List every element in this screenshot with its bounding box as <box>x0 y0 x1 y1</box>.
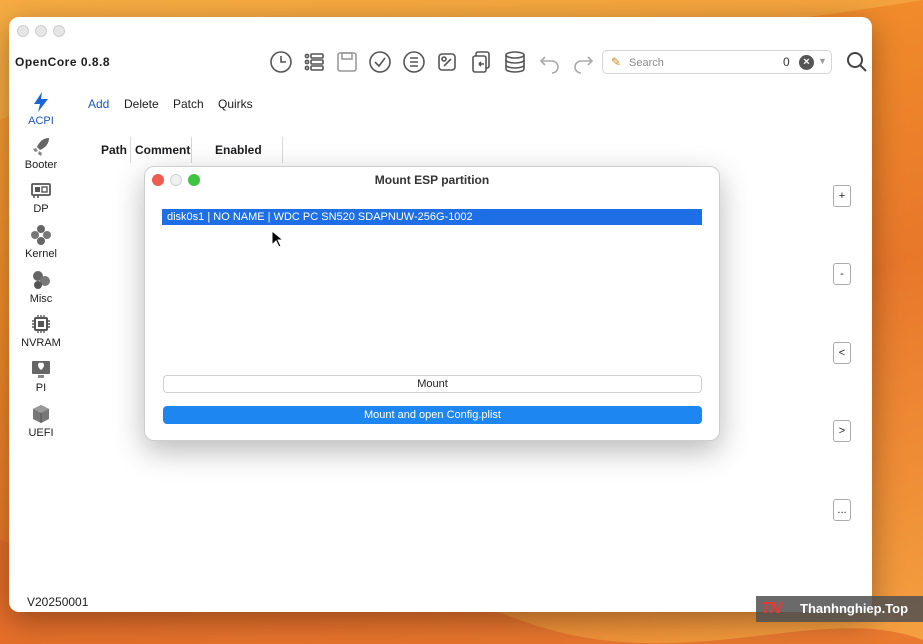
sidebar-item-label: UEFI <box>28 427 54 439</box>
column-divider <box>191 137 192 163</box>
add-row-button[interactable]: + <box>833 185 851 207</box>
sidebar-item-kernel[interactable]: Kernel <box>15 224 67 260</box>
watermark-text: Thanhnghiep.Top <box>800 601 909 616</box>
redo-icon[interactable] <box>570 49 596 75</box>
zoom-window-button[interactable] <box>53 25 65 37</box>
sidebar-item-acpi[interactable]: ACPI <box>15 91 67 127</box>
rocket-icon <box>33 138 49 156</box>
sidebar-item-label: Booter <box>24 159 58 171</box>
mount-esp-dialog: Mount ESP partition disk0s1 | NO NAME | … <box>144 166 720 441</box>
app-title: OpenCore 0.8.8 <box>15 55 111 69</box>
database-icon[interactable] <box>502 49 528 75</box>
search-result-count: 0 <box>783 55 790 69</box>
minimize-window-button[interactable] <box>35 25 47 37</box>
save-icon[interactable] <box>334 49 360 75</box>
search-icon[interactable] <box>846 51 868 73</box>
partition-list[interactable]: disk0s1 | NO NAME | WDC PC SN520 SDAPNUW… <box>162 209 703 363</box>
tab-quirks[interactable]: Quirks <box>218 97 253 111</box>
sidebar-item-label: Misc <box>29 293 53 305</box>
remove-row-button[interactable]: - <box>833 263 851 285</box>
bolt-icon <box>34 92 48 112</box>
mouse-cursor-icon <box>271 230 283 248</box>
search-input[interactable] <box>629 54 779 72</box>
history-icon[interactable] <box>268 49 294 75</box>
chevron-down-icon[interactable]: ▼ <box>818 56 827 66</box>
tab-patch[interactable]: Patch <box>173 97 204 111</box>
tab-delete[interactable]: Delete <box>124 97 159 111</box>
check-icon[interactable] <box>367 49 393 75</box>
chip-icon <box>32 315 50 333</box>
more-options-button[interactable]: ... <box>833 499 851 521</box>
close-window-button[interactable] <box>17 25 29 37</box>
tab-add[interactable]: Add <box>88 97 109 111</box>
compare-list-icon[interactable] <box>401 49 427 75</box>
broom-icon: ✎ <box>611 55 622 69</box>
dialog-title: Mount ESP partition <box>374 173 490 187</box>
titlebar <box>9 17 872 45</box>
sidebar-item-uefi[interactable]: UEFI <box>15 403 67 439</box>
mount-and-open-config-button[interactable]: Mount and open Config.plist <box>163 406 702 424</box>
sidebar-item-label: DP <box>33 203 49 215</box>
sidebar-item-booter[interactable]: Booter <box>15 135 67 171</box>
sidebar-item-label: ACPI <box>28 115 54 127</box>
undo-icon[interactable] <box>537 49 563 75</box>
cube-icon <box>33 405 49 423</box>
sidebar-item-label: Kernel <box>25 248 57 260</box>
list-item[interactable]: disk0s1 | NO NAME | WDC PC SN520 SDAPNUW… <box>162 209 702 225</box>
column-divider <box>130 137 131 163</box>
import-icon[interactable] <box>468 49 494 75</box>
sidebar-item-label: NVRAM <box>21 337 61 349</box>
mount-button[interactable]: Mount <box>163 375 702 393</box>
column-header-path[interactable]: Path <box>101 143 127 157</box>
sidebar-item-label: PI <box>35 382 47 394</box>
graphics-card-icon <box>31 183 51 198</box>
kernel-icon <box>31 225 51 245</box>
version-label: V20250001 <box>27 595 89 609</box>
sidebar-item-dp[interactable]: DP <box>15 179 67 215</box>
platform-icon <box>32 361 50 378</box>
watermark: TN Thanhnghiep.Top <box>756 596 923 622</box>
misc-icon <box>33 271 50 289</box>
column-header-enabled[interactable]: Enabled <box>215 143 262 157</box>
sidebar-item-pi[interactable]: PI <box>15 358 67 394</box>
search-field[interactable]: ✎ 0 × ▼ <box>602 50 832 74</box>
column-header-comment[interactable]: Comment <box>135 143 190 157</box>
move-left-button[interactable]: < <box>833 342 851 364</box>
list-icon[interactable] <box>301 49 327 75</box>
sidebar-item-nvram[interactable]: NVRAM <box>15 313 67 349</box>
move-right-button[interactable]: > <box>833 420 851 442</box>
clear-search-icon[interactable]: × <box>799 55 814 70</box>
edit-config-icon[interactable] <box>434 49 460 75</box>
column-divider <box>282 137 283 163</box>
sidebar-item-misc[interactable]: Misc <box>15 269 67 305</box>
watermark-logo: TN <box>761 600 781 617</box>
